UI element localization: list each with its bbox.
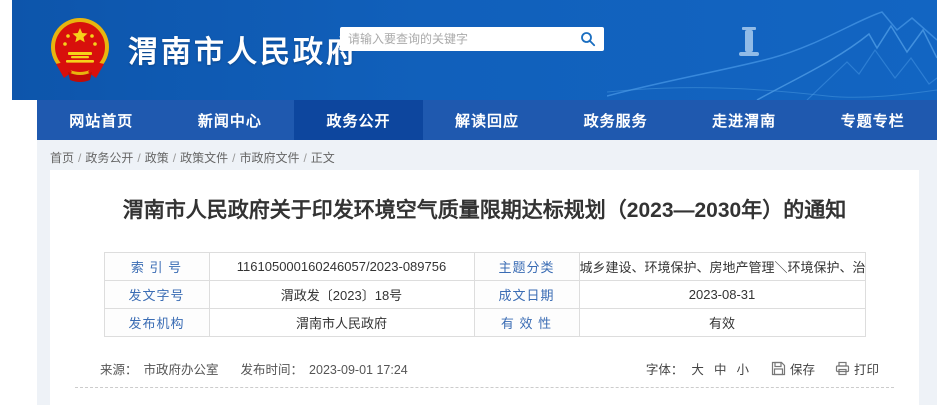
meta-value-doc-number: 渭政发〔2023〕18号 [209, 281, 474, 309]
pagoda-icon [739, 27, 759, 56]
nav-item-services[interactable]: 政务服务 [551, 100, 680, 140]
font-size-label: 字体： [646, 359, 684, 378]
search-input[interactable] [348, 32, 580, 46]
nav-item-interpretation[interactable]: 解读回应 [423, 100, 552, 140]
document-meta-table: 索 引 号 116105000160246057/2023-089756 主题分… [104, 252, 866, 337]
breadcrumb-home[interactable]: 首页 [50, 151, 74, 165]
print-button[interactable]: 打印 [835, 359, 879, 378]
meta-value-issuing-agency: 渭南市人民政府 [209, 309, 474, 337]
nav-item-about-weinan[interactable]: 走进渭南 [680, 100, 809, 140]
meta-label-issuing-agency: 发布机构 [104, 309, 209, 337]
nav-item-special-topics[interactable]: 专题专栏 [808, 100, 937, 140]
meta-value-issue-date: 2023-08-31 [579, 281, 865, 309]
meta-label-index-no: 索 引 号 [104, 253, 209, 281]
meta-label-topic-category: 主题分类 [474, 253, 579, 281]
meta-value-topic-category: 城乡建设、环境保护、房地产管理＼环境保护、治理 [579, 253, 865, 281]
meta-label-validity: 有 效 性 [474, 309, 579, 337]
nav-item-news[interactable]: 新闻中心 [166, 100, 295, 140]
header-banner: 渭南市人民政府 [12, 0, 937, 100]
save-button-label: 保存 [790, 359, 815, 378]
save-icon [771, 361, 786, 376]
publish-time-value: 2023-09-01 17:24 [309, 363, 408, 377]
national-emblem-icon [48, 16, 112, 82]
nav-item-home[interactable]: 网站首页 [37, 100, 166, 140]
table-row: 索 引 号 116105000160246057/2023-089756 主题分… [104, 253, 865, 281]
site-logo-link[interactable]: 渭南市人民政府 [48, 16, 359, 82]
breadcrumb-city-gov-docs[interactable]: 市政府文件 [239, 151, 299, 165]
mountain-artwork-icon [607, 0, 937, 100]
document-title: 渭南市人民政府关于印发环境空气质量限期达标规划（2023—2030年）的通知 [50, 196, 919, 226]
breadcrumb-current: 正文 [311, 151, 335, 165]
document-card: 渭南市人民政府关于印发环境空气质量限期达标规划（2023—2030年）的通知 索… [50, 170, 919, 405]
source-info: 来源： 市政府办公室 发布时间： 2023-09-01 17:24 [100, 359, 414, 378]
breadcrumb-gov-affairs[interactable]: 政务公开 [85, 151, 133, 165]
search-icon[interactable] [580, 31, 596, 47]
breadcrumb-policy[interactable]: 政策 [145, 151, 169, 165]
site-name: 渭南市人民政府 [128, 27, 359, 71]
nav-item-gov-affairs[interactable]: 政务公开 [294, 100, 423, 140]
publish-time-label: 发布时间： [241, 363, 304, 377]
font-size-medium-button[interactable]: 中 [714, 359, 727, 378]
meta-label-issue-date: 成文日期 [474, 281, 579, 309]
search-box [340, 27, 604, 51]
print-icon [835, 361, 850, 376]
font-size-large-button[interactable]: 大 [691, 359, 704, 378]
table-row: 发布机构 渭南市人民政府 有 效 性 有效 [104, 309, 865, 337]
content-area: 首页/政务公开/政策/政策文件/市政府文件/正文 渭南市人民政府关于印发环境空气… [37, 140, 937, 405]
meta-value-validity: 有效 [579, 309, 865, 337]
page-tools: 字体： 大 中 小 保存 [646, 359, 879, 378]
font-size-small-button[interactable]: 小 [736, 359, 749, 378]
print-button-label: 打印 [854, 359, 879, 378]
table-row: 发文字号 渭政发〔2023〕18号 成文日期 2023-08-31 [104, 281, 865, 309]
dashed-divider [75, 387, 894, 388]
save-button[interactable]: 保存 [771, 359, 815, 378]
meta-label-doc-number: 发文字号 [104, 281, 209, 309]
main-nav: 网站首页 新闻中心 政务公开 解读回应 政务服务 走进渭南 专题专栏 [37, 100, 937, 140]
meta-value-index-no: 116105000160246057/2023-089756 [209, 253, 474, 281]
breadcrumb-policy-docs[interactable]: 政策文件 [180, 151, 228, 165]
source-label: 来源： [100, 363, 138, 377]
document-info-row: 来源： 市政府办公室 发布时间： 2023-09-01 17:24 字体： 大 中 小… [50, 359, 919, 378]
source-value: 市政府办公室 [144, 363, 219, 377]
breadcrumb: 首页/政务公开/政策/政策文件/市政府文件/正文 [37, 140, 937, 166]
